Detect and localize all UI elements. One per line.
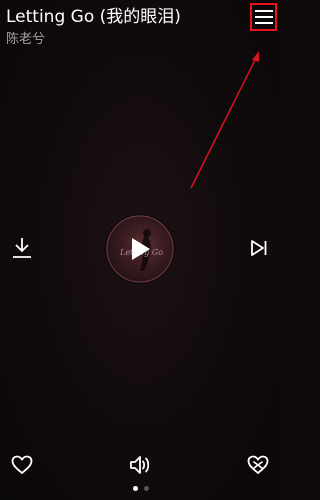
play-icon xyxy=(132,238,150,260)
skip-next-icon xyxy=(251,240,267,256)
play-button[interactable] xyxy=(106,215,174,283)
volume-button[interactable] xyxy=(128,454,152,476)
page-indicator xyxy=(0,486,281,491)
download-icon xyxy=(13,238,31,258)
like-button[interactable] xyxy=(10,454,34,476)
album-disc[interactable]: Letting Go xyxy=(106,215,174,283)
dislike-button[interactable] xyxy=(246,454,270,476)
volume-icon xyxy=(130,456,150,474)
broken-heart-icon xyxy=(247,455,269,474)
player-screen: Letting Go (我的眼泪) 陈老兮 Letting Go xyxy=(0,0,281,500)
page-dot[interactable] xyxy=(132,486,138,491)
heart-icon xyxy=(11,455,33,474)
page-dot[interactable] xyxy=(143,486,149,491)
next-button[interactable] xyxy=(247,236,271,260)
download-button[interactable] xyxy=(10,236,34,260)
